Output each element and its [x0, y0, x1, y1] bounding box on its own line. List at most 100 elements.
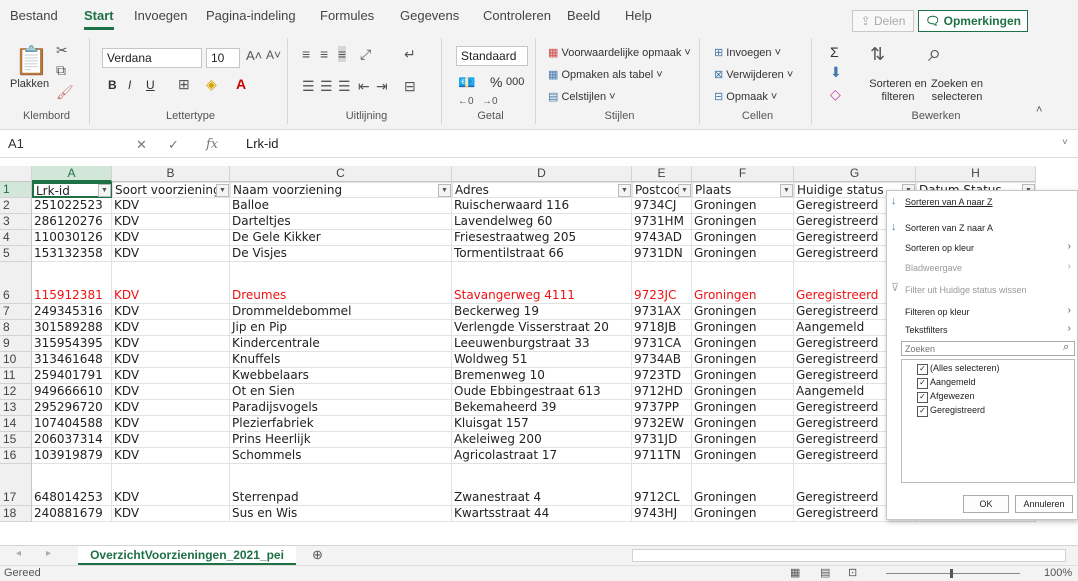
table-cell[interactable]: Bekemaheerd 39: [452, 400, 632, 416]
table-cell[interactable]: Kwebbelaars: [230, 368, 452, 384]
formula-content[interactable]: Lrk-id: [246, 136, 279, 151]
thousands-button[interactable]: 000: [506, 76, 524, 88]
select-all-corner[interactable]: [0, 166, 32, 182]
filter-option-geregistreerd[interactable]: Geregistreerd: [917, 405, 985, 417]
table-cell[interactable]: Groningen: [692, 506, 794, 522]
wrap-text-icon[interactable]: ↵: [404, 46, 416, 63]
delete-cells-button[interactable]: ⊠ Verwijderen ˅: [714, 68, 793, 81]
grow-font-icon[interactable]: A˄: [246, 48, 262, 63]
table-cell[interactable]: Akeleiweg 200: [452, 432, 632, 448]
row-header[interactable]: 2: [0, 198, 32, 214]
confirm-icon[interactable]: ✓: [168, 137, 179, 153]
fill-color-icon[interactable]: ◈: [206, 76, 217, 93]
table-cell[interactable]: 249345316: [32, 304, 112, 320]
table-cell[interactable]: KDV: [112, 304, 230, 320]
row-header[interactable]: 13: [0, 400, 32, 416]
sort-za-item[interactable]: Sorteren van Z naar A: [905, 223, 993, 233]
decrease-indent-icon[interactable]: ⇤: [358, 78, 370, 95]
table-cell[interactable]: Leeuwenburgstraat 33: [452, 336, 632, 352]
number-format-dropdown[interactable]: Standaard: [456, 46, 528, 66]
sort-filter-icon[interactable]: ⇅: [870, 44, 885, 65]
table-cell[interactable]: KDV: [112, 336, 230, 352]
table-cell[interactable]: KDV: [112, 352, 230, 368]
align-top-icon[interactable]: ≡: [302, 46, 310, 62]
table-cell[interactable]: Sus en Wis: [230, 506, 452, 522]
filter-button[interactable]: ▼: [98, 184, 111, 197]
cancel-icon[interactable]: ✕: [136, 137, 147, 153]
sheet-tab[interactable]: OverzichtVoorzieningen_2021_pei: [78, 546, 296, 565]
filter-by-color-item[interactable]: Filteren op kleur: [905, 307, 970, 317]
percent-button[interactable]: %: [490, 74, 502, 90]
table-cell[interactable]: 9743HJ: [632, 506, 692, 522]
table-cell[interactable]: 9737PP: [632, 400, 692, 416]
align-right-icon[interactable]: ☰: [338, 78, 351, 95]
table-cell[interactable]: 9723JC: [632, 262, 692, 304]
table-cell[interactable]: KDV: [112, 400, 230, 416]
ok-button[interactable]: OK: [963, 495, 1009, 513]
table-cell[interactable]: Kindercentrale: [230, 336, 452, 352]
tab-bestand[interactable]: Bestand: [10, 8, 58, 23]
table-cell[interactable]: Lavendelweg 60: [452, 214, 632, 230]
tab-gegevens[interactable]: Gegevens: [400, 8, 459, 23]
expand-formula-icon[interactable]: ˅: [1062, 137, 1068, 148]
table-cell[interactable]: Groningen: [692, 400, 794, 416]
table-cell[interactable]: KDV: [112, 368, 230, 384]
insert-function-button[interactable]: fx: [206, 137, 218, 152]
decrease-decimal-icon[interactable]: →0: [482, 96, 498, 107]
column-header[interactable]: B: [112, 166, 230, 182]
table-cell[interactable]: Groningen: [692, 416, 794, 432]
column-header[interactable]: D: [452, 166, 632, 182]
column-header[interactable]: H: [916, 166, 1036, 182]
table-cell[interactable]: Darteltjes: [230, 214, 452, 230]
table-cell[interactable]: 9711TN: [632, 448, 692, 464]
table-cell[interactable]: 9731HM: [632, 214, 692, 230]
increase-indent-icon[interactable]: ⇥: [376, 78, 388, 95]
table-cell[interactable]: Groningen: [692, 262, 794, 304]
table-cell[interactable]: KDV: [112, 230, 230, 246]
table-cell[interactable]: Plezierfabriek: [230, 416, 452, 432]
table-cell[interactable]: 295296720: [32, 400, 112, 416]
table-cell[interactable]: 9731AX: [632, 304, 692, 320]
autosum-button[interactable]: Σ: [830, 44, 839, 60]
font-name-dropdown[interactable]: Verdana: [102, 48, 202, 68]
add-sheet-icon[interactable]: ⊕: [312, 547, 323, 563]
table-cell[interactable]: 9731CA: [632, 336, 692, 352]
table-cell[interactable]: Groningen: [692, 432, 794, 448]
table-cell[interactable]: 9712CL: [632, 464, 692, 506]
table-cell[interactable]: 313461648: [32, 352, 112, 368]
table-cell[interactable]: Tormentilstraat 66: [452, 246, 632, 262]
find-select-icon[interactable]: ⌕: [928, 40, 941, 68]
column-header-cell[interactable]: Soort voorziening: [112, 182, 230, 198]
font-color-icon[interactable]: A: [236, 76, 246, 92]
format-as-table-button[interactable]: ▦ Opmaken als tabel ˅: [548, 68, 663, 81]
table-cell[interactable]: 315954395: [32, 336, 112, 352]
table-cell[interactable]: KDV: [112, 246, 230, 262]
paste-button[interactable]: Plakken: [10, 78, 49, 90]
row-header[interactable]: 4: [0, 230, 32, 246]
filter-search-input[interactable]: [901, 341, 1075, 356]
filter-button[interactable]: ▼: [618, 184, 631, 197]
table-cell[interactable]: KDV: [112, 384, 230, 400]
paste-icon[interactable]: 📋: [14, 44, 49, 77]
currency-icon[interactable]: 💶: [458, 74, 475, 91]
column-header[interactable]: G: [794, 166, 916, 182]
table-cell[interactable]: Stavangerweg 4111: [452, 262, 632, 304]
table-cell[interactable]: 153132358: [32, 246, 112, 262]
table-cell[interactable]: Balloe: [230, 198, 452, 214]
filter-button[interactable]: ▼: [678, 184, 691, 197]
row-header[interactable]: 10: [0, 352, 32, 368]
table-cell[interactable]: De Visjes: [230, 246, 452, 262]
row-header[interactable]: 5: [0, 246, 32, 262]
table-cell[interactable]: 648014253: [32, 464, 112, 506]
normal-view-icon[interactable]: ▦: [790, 566, 800, 579]
table-cell[interactable]: Woldweg 51: [452, 352, 632, 368]
align-middle-icon[interactable]: ≡: [320, 46, 328, 62]
column-header-cell[interactable]: Naam voorziening: [230, 182, 452, 198]
table-cell[interactable]: 110030126: [32, 230, 112, 246]
table-cell[interactable]: Groningen: [692, 214, 794, 230]
table-cell[interactable]: KDV: [112, 214, 230, 230]
column-header[interactable]: F: [692, 166, 794, 182]
tab-start[interactable]: Start: [84, 8, 114, 30]
format-painter-icon[interactable]: 🖌: [56, 84, 74, 101]
cut-icon[interactable]: ✂: [56, 42, 68, 59]
